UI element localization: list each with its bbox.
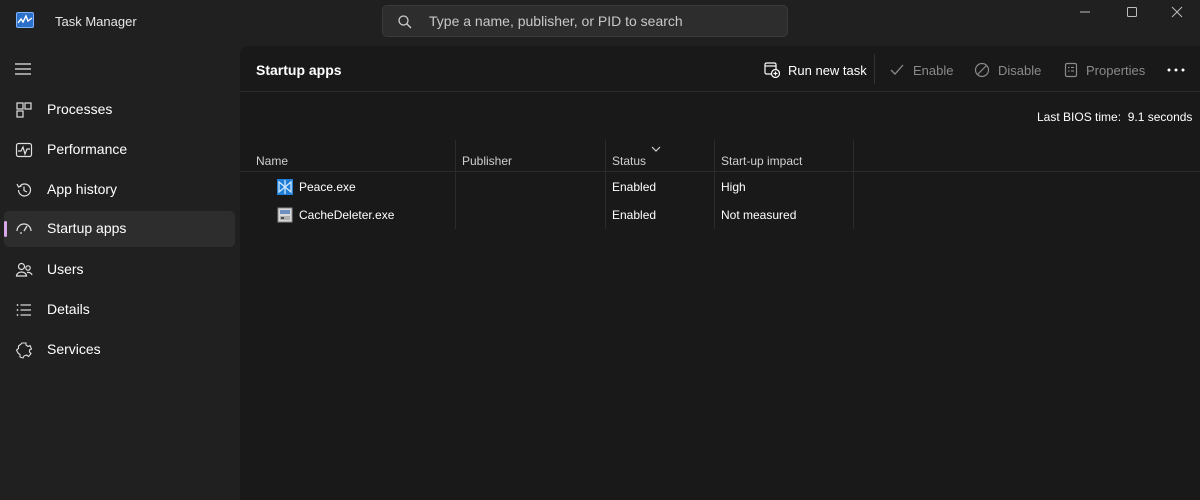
column-header-status[interactable]: Status	[612, 154, 646, 168]
title-bar: Task Manager Type a name, publisher, or …	[0, 0, 1200, 44]
column-header-name[interactable]: Name	[256, 154, 288, 168]
row-name: Peace.exe	[299, 180, 356, 194]
search-icon	[397, 14, 413, 30]
maximize-icon	[1127, 7, 1137, 17]
properties-label: Properties	[1086, 63, 1146, 78]
properties-icon	[1064, 62, 1078, 78]
toolbar: Startup apps Run new task Enable Disable…	[240, 46, 1200, 92]
row-status: Enabled	[612, 180, 657, 194]
users-icon	[15, 261, 33, 279]
enable-button[interactable]: Enable	[889, 60, 954, 80]
disable-label: Disable	[998, 63, 1042, 78]
sidebar-item-startup-apps[interactable]: Startup apps	[4, 211, 235, 247]
sidebar-item-label: Performance	[47, 141, 128, 157]
startup-apps-icon	[15, 220, 33, 238]
sidebar-item-label: Services	[47, 341, 101, 357]
row-status: Enabled	[612, 208, 657, 222]
task-manager-icon	[16, 12, 34, 28]
table-row[interactable]: CacheDeleter.exe Enabled Not measured	[240, 201, 854, 229]
sidebar-item-label: Startup apps	[47, 220, 127, 236]
close-button[interactable]	[1154, 0, 1200, 28]
bios-time-label: Last BIOS time:	[1037, 110, 1122, 124]
run-new-task-icon	[764, 62, 780, 78]
sidebar-item-performance[interactable]: Performance	[4, 132, 235, 168]
properties-button[interactable]: Properties	[1063, 60, 1145, 80]
run-new-task-label: Run new task	[788, 63, 867, 78]
sidebar-item-users[interactable]: Users	[4, 252, 235, 288]
sidebar-item-processes[interactable]: Processes	[4, 92, 235, 128]
close-icon	[1171, 6, 1183, 18]
sidebar-item-label: Processes	[47, 101, 113, 117]
bios-time: Last BIOS time: 9.1 seconds	[1037, 110, 1192, 124]
performance-icon	[15, 141, 33, 159]
row-impact: High	[721, 180, 746, 194]
sidebar-item-details[interactable]: Details	[4, 292, 235, 328]
search-input[interactable]: Type a name, publisher, or PID to search	[429, 13, 683, 29]
toolbar-divider	[874, 54, 875, 84]
peace-app-icon	[277, 179, 293, 195]
more-options-icon[interactable]	[1166, 62, 1186, 78]
details-icon	[15, 301, 33, 319]
page-title: Startup apps	[256, 62, 342, 78]
selection-indicator	[4, 221, 7, 237]
minimize-icon	[1080, 11, 1090, 13]
window-title: Task Manager	[55, 14, 137, 29]
disable-button[interactable]: Disable	[974, 60, 1042, 80]
bios-time-value: 9.1 seconds	[1127, 110, 1193, 124]
disable-icon	[974, 62, 990, 78]
sidebar-item-label: App history	[47, 181, 118, 197]
sidebar-item-app-history[interactable]: App history	[4, 172, 235, 208]
sidebar: Processes Performance App history Startu…	[0, 44, 240, 500]
table-row[interactable]: Peace.exe Enabled High	[240, 173, 854, 201]
row-impact: Not measured	[721, 208, 797, 222]
services-icon	[15, 341, 33, 359]
sidebar-item-label: Users	[47, 261, 84, 277]
run-new-task-button[interactable]: Run new task	[764, 60, 867, 80]
cachedeleter-app-icon	[277, 207, 293, 223]
sidebar-item-label: Details	[47, 301, 90, 317]
sidebar-item-services[interactable]: Services	[4, 332, 235, 368]
search-box[interactable]: Type a name, publisher, or PID to search	[382, 5, 788, 37]
processes-icon	[15, 101, 33, 119]
hamburger-menu-icon[interactable]	[14, 62, 32, 76]
checkmark-icon	[890, 64, 904, 75]
maximize-button[interactable]	[1109, 0, 1155, 28]
enable-label: Enable	[913, 63, 954, 78]
table-header: Name Publisher Status Start-up impact	[240, 140, 1200, 172]
app-history-icon	[15, 181, 33, 199]
minimize-button[interactable]	[1062, 0, 1108, 28]
column-header-startup-impact[interactable]: Start-up impact	[721, 154, 802, 168]
column-header-publisher[interactable]: Publisher	[462, 154, 512, 168]
main-content: Startup apps Run new task Enable Disable…	[240, 46, 1200, 500]
sort-descending-icon	[651, 146, 661, 152]
row-name: CacheDeleter.exe	[299, 208, 395, 222]
